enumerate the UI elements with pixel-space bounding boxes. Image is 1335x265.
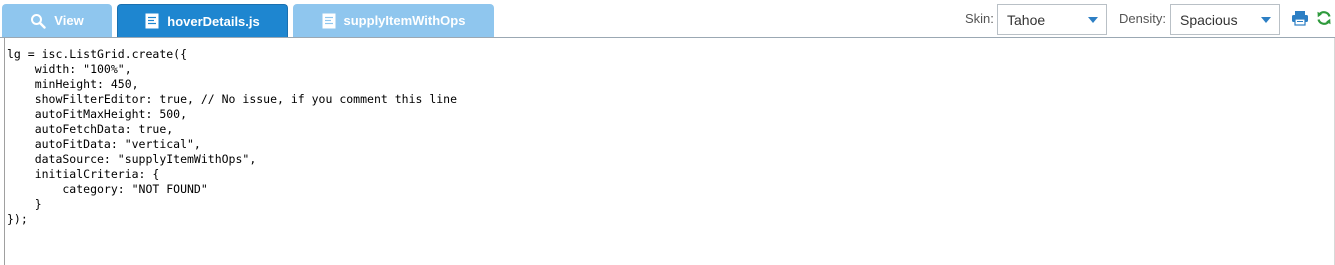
refresh-icon xyxy=(1316,10,1332,31)
skin-select-value: Tahoe xyxy=(1007,11,1046,28)
document-icon xyxy=(322,13,336,29)
refresh-button[interactable] xyxy=(1314,10,1334,30)
skin-label: Skin: xyxy=(965,11,994,26)
toolbar: View hoverDetails.js supplyItemWithOps S… xyxy=(0,0,1335,38)
print-icon xyxy=(1291,10,1309,31)
code-text[interactable]: lg = isc.ListGrid.create({ width: "100%"… xyxy=(5,38,1335,227)
tab-view-label: View xyxy=(54,13,84,28)
print-button[interactable] xyxy=(1290,10,1310,30)
tab-hoverdetails-label: hoverDetails.js xyxy=(167,13,260,29)
search-icon xyxy=(30,13,46,29)
tab-view[interactable]: View xyxy=(2,4,112,37)
skin-select[interactable]: Tahoe xyxy=(997,4,1107,35)
density-select-value: Spacious xyxy=(1180,11,1238,28)
tab-hoverdetails-js[interactable]: hoverDetails.js xyxy=(117,4,288,37)
code-editor[interactable]: lg = isc.ListGrid.create({ width: "100%"… xyxy=(4,38,1335,265)
tab-supplyitemwithops-label: supplyItemWithOps xyxy=(343,13,466,28)
density-label: Density: xyxy=(1119,11,1166,26)
density-select[interactable]: Spacious xyxy=(1170,4,1280,35)
chevron-down-icon xyxy=(1088,17,1098,23)
chevron-down-icon xyxy=(1261,17,1271,23)
tab-supplyitemwithops[interactable]: supplyItemWithOps xyxy=(293,4,494,37)
document-icon xyxy=(145,13,159,29)
